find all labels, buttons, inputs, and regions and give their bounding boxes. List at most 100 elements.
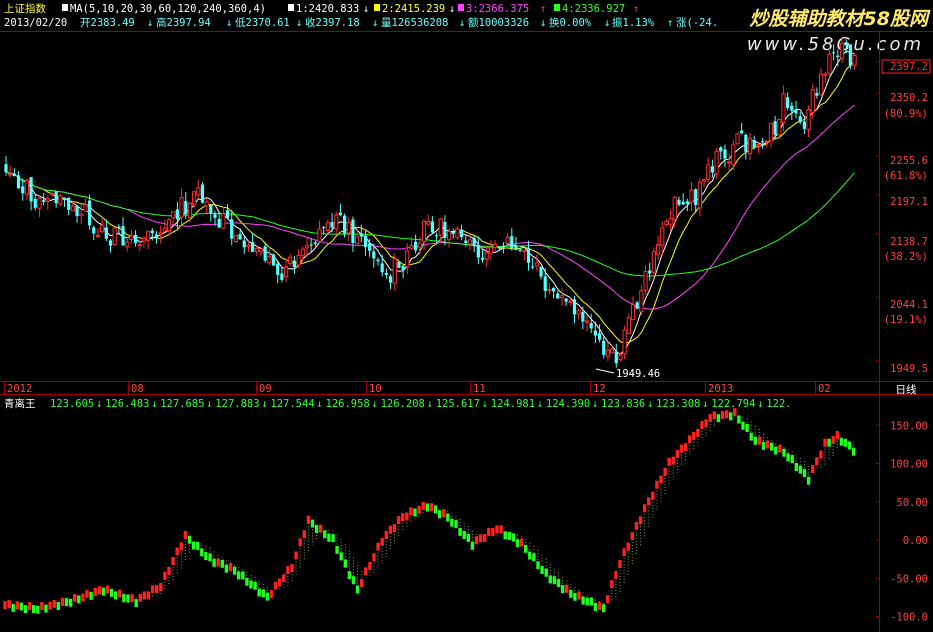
candle-body-down [760,141,765,143]
indicator-bar-up [118,589,122,598]
price-label-1949: 1949.5 [890,363,928,375]
candle-body-down [92,227,96,234]
candle-body-up [258,248,264,253]
indicator-bar-down [220,559,224,568]
indicator-bar-down [466,533,470,542]
candle-body-up [426,220,431,225]
change-value: 涨(-24. [676,17,718,29]
indicator-down-arrow-icon: ↓ [206,398,212,410]
indicator-bar-down [589,597,593,606]
candle-body-down [342,215,347,234]
indicator-bar-down [343,559,347,568]
indicator-bar-up [811,464,815,473]
stock-chart-canvas: 上证指数 MA(5,10,20,30,60,120,240,360,4) 1:2… [0,0,933,632]
candle-body-up [125,241,130,248]
candle-body-down [309,244,313,246]
indicator-bar-down [585,597,589,606]
indicator-axis-label: 100.00 [890,459,928,471]
candle-body-up [747,137,753,154]
indicator-bar-down [470,541,475,550]
indicator-bar-down [11,603,15,612]
amount-value: 额10003326 [468,16,529,29]
candle-body-down [213,214,217,218]
indicator-bar-down [257,588,261,597]
indicator-bar-up [146,591,151,600]
indicator-bar-up [183,531,188,540]
candle-body-down [397,262,401,268]
candle-body-down [597,333,602,340]
candle-body-up [689,189,694,203]
candle-body-up [421,220,427,242]
candle-body-up [129,235,134,241]
candle-body-down [848,44,852,66]
indicator-axis-label: -50.00 [890,573,928,585]
ma1-swatch [288,4,294,11]
indicator-bar-up [150,585,155,594]
candle-body-down [238,234,242,240]
indicator-bar-up [40,602,44,611]
candle-body-up [204,201,209,207]
indicator-bar-up [81,593,85,602]
candle-body-up [810,89,815,113]
candle-body-down [551,287,556,292]
indicator-header-value: 126.958 [326,398,370,410]
candle-body-up [781,93,786,124]
indicator-bar-down [44,604,48,613]
candle-body-down [209,204,213,214]
indicator-bar-up [302,530,306,539]
indicator-bar-down [827,438,831,447]
indicator-bar-up [368,561,372,570]
candle-body-up [819,73,824,95]
indicator-bar-up [48,601,52,610]
indicator-bar-down [786,453,790,462]
candle-body-down [313,242,317,244]
indicator-bar-down [327,533,331,542]
candle-body-down [230,219,234,239]
indicator-bar-up [831,435,835,444]
indicator-bar-up [216,558,220,567]
ma3-value: 3:2366.375 [466,3,529,15]
candle-body-down [518,249,522,251]
indicator-bar-up [380,537,384,546]
indicator-bar-down [536,561,540,570]
indicator-bar-up [319,524,323,533]
indicator-bar-down [253,581,257,590]
indicator-bar-up [163,571,167,580]
volume-arrow-icon: ↓ [459,17,465,29]
period-label[interactable]: 日线 [896,383,917,396]
indicator-bar-up [819,450,823,459]
candle-body-down [338,212,342,215]
candle-body-down [836,55,840,57]
indicator-bar-down [462,530,466,539]
indicator-bar-up [93,587,97,596]
candle-body-down [497,247,501,249]
candle-body-up [777,118,782,136]
time-label-02: 02 [818,383,831,395]
indicator-header-value: 123.836 [601,398,645,410]
candle-body-down [54,191,58,204]
indicator-bar-down [458,527,462,536]
candle-body-down [710,166,715,173]
indicator-bar-up [409,507,413,516]
candle-body-down [443,221,447,238]
candle-body-up [660,227,665,246]
candle-body-up [488,246,493,254]
candle-body-up [409,245,414,249]
indicator-bar-up [298,538,302,547]
turnover-arrow-icon: ↓ [604,17,610,29]
candle-body-up [317,228,322,243]
indicator-bar-up [278,578,282,587]
candle-body-down [12,173,16,177]
candle-body-down [322,227,326,229]
indicator-bar-down [109,588,114,597]
bar-date: 2013/02/20 [4,17,67,29]
indicator-bar-up [638,516,643,525]
indicator-down-arrow-icon: ↓ [537,398,543,410]
ma4-value: 4:2336.927 [562,3,625,15]
indicator-bar-up [724,410,729,419]
ma3-arrow-icon: ↑ [540,3,546,15]
candle-body-down [21,186,25,194]
candle-body-up [221,213,226,229]
price-label-2197: 2197.1 [890,196,928,208]
candle-body-up [714,150,719,175]
